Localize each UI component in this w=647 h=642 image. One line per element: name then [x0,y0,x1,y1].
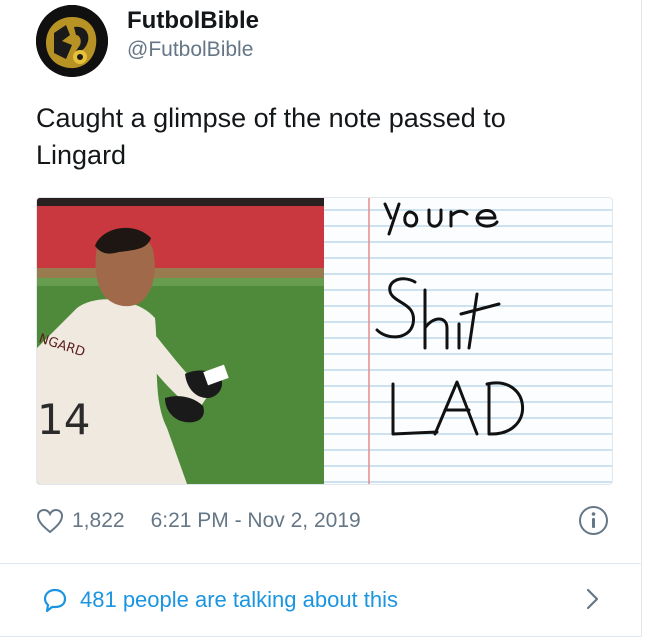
tweet-card: FutbolBible @FutbolBible Caught a glimps… [0,0,642,637]
tweet-media[interactable]: NGARD 14 [36,197,613,485]
heart-outline-icon[interactable] [36,508,64,534]
tweet-meta: 1,822 6:21 PM - Nov 2, 2019 [36,506,361,536]
chevron-right-icon[interactable] [581,586,603,612]
avatar[interactable] [36,5,108,77]
media-image: NGARD 14 [37,198,612,484]
display-name[interactable]: FutbolBible [127,7,259,35]
info-circle-icon[interactable] [578,505,609,536]
timestamp[interactable]: 6:21 PM - Nov 2, 2019 [151,509,361,533]
like-count: 1,822 [72,509,125,532]
tweet-text: Caught a glimpse of the note passed to L… [36,103,506,170]
photo-panel: NGARD 14 [37,198,324,484]
futbolbible-logo [36,5,108,77]
conversation-label: 481 people are talking about this [80,587,399,612]
conversation-link[interactable]: 481 people are talking about this [42,585,398,615]
user-handle[interactable]: @FutbolBible [127,38,253,62]
jersey-number: 14 [37,395,90,444]
note-panel [324,198,612,484]
speech-bubble-icon [43,588,67,613]
divider [0,563,641,564]
